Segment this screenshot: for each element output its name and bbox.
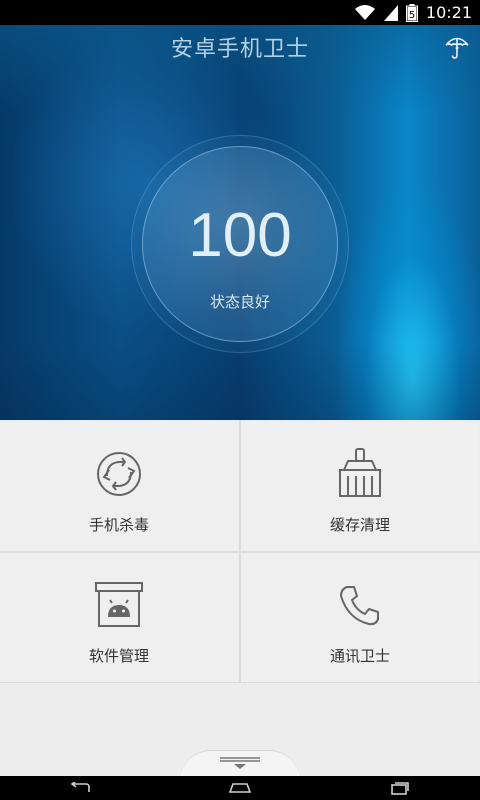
- hero-banner: 安卓手机卫士 100 状态良好: [0, 25, 480, 420]
- recents-button[interactable]: [380, 776, 420, 800]
- home-icon: [228, 783, 252, 793]
- home-button[interactable]: [220, 776, 260, 800]
- drawer-handle[interactable]: [0, 744, 480, 781]
- app-title: 安卓手机卫士: [170, 37, 309, 62]
- tile-cache-clean[interactable]: 缓存清理: [241, 422, 479, 551]
- wifi-icon: [354, 4, 376, 21]
- umbrella-button[interactable]: [442, 31, 472, 61]
- refresh-virus-icon: [95, 448, 143, 500]
- feature-panel: 手机杀毒 缓存清理 软件管理 通讯卫士: [0, 420, 480, 781]
- umbrella-icon: [445, 37, 469, 59]
- back-icon: [70, 782, 90, 792]
- tile-antivirus[interactable]: 手机杀毒: [0, 422, 238, 551]
- chevron-down-icon: [220, 756, 260, 770]
- tile-antivirus-label: 手机杀毒: [88, 516, 149, 534]
- phone-icon: [338, 579, 382, 631]
- navigation-bar: [0, 776, 480, 800]
- tile-app-manager[interactable]: 软件管理: [0, 553, 238, 682]
- screen: 5 10:21 安卓手机卫士 100 状态良好 手机杀毒 缓存清理 软件管理 通…: [0, 0, 480, 800]
- android-box-icon: [94, 579, 144, 631]
- health-score: 100: [188, 201, 292, 270]
- tile-comm-guard[interactable]: 通讯卫士: [241, 553, 479, 682]
- back-button[interactable]: [60, 776, 100, 800]
- battery-level-text: 5: [409, 10, 415, 21]
- tile-app-manager-label: 软件管理: [88, 647, 149, 665]
- tile-comm-guard-label: 通讯卫士: [329, 647, 390, 665]
- health-status: 状态良好: [209, 293, 270, 311]
- status-time: 10:21: [425, 3, 472, 22]
- broom-icon: [336, 448, 384, 500]
- signal-icon: [383, 4, 398, 21]
- tile-cache-clean-label: 缓存清理: [329, 516, 390, 534]
- recents-icon: [391, 782, 409, 795]
- status-bar: 5 10:21: [0, 0, 480, 25]
- battery-icon: 5: [405, 3, 418, 22]
